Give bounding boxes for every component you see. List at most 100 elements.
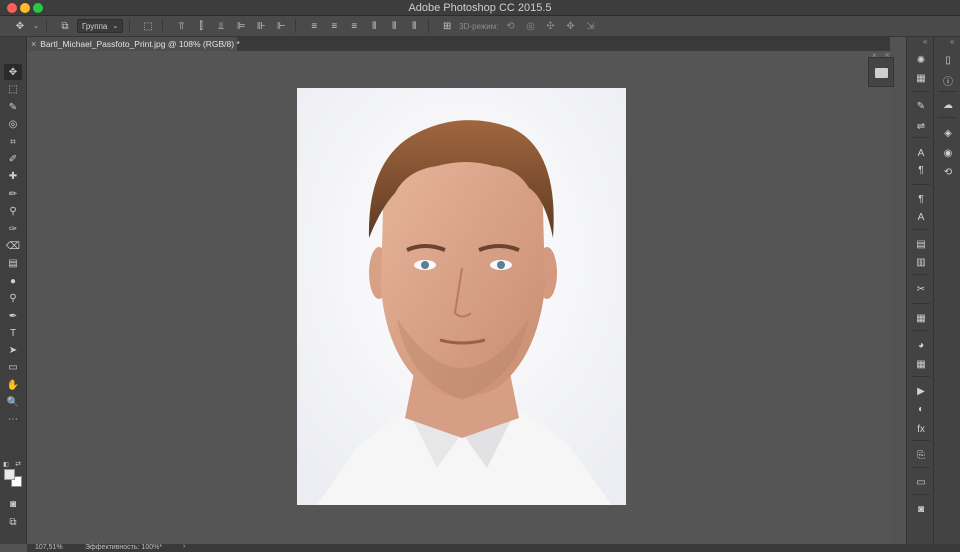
layers-icon[interactable]: ◈: [940, 126, 956, 140]
move-icon[interactable]: ✥: [4, 64, 22, 80]
align-top-icon[interactable]: ⫪: [173, 18, 189, 34]
lasso-icon[interactable]: ✎: [4, 99, 22, 115]
color-icon[interactable]: ◕: [913, 338, 929, 352]
align-left-icon[interactable]: ⊫: [233, 18, 249, 34]
tools-presets-icon[interactable]: ✂: [913, 282, 929, 296]
adjustments-icon[interactable]: ⇌: [913, 119, 929, 133]
notes-icon[interactable]: ▤: [913, 237, 929, 251]
clone-stamp-icon[interactable]: ⚲: [4, 203, 22, 219]
type-icon[interactable]: T: [4, 325, 22, 341]
drag-3d-icon[interactable]: ✣: [542, 18, 558, 34]
eraser-icon[interactable]: ⌫: [4, 238, 22, 254]
document-image[interactable]: [297, 88, 626, 505]
zoom-level[interactable]: 107,51%: [35, 544, 63, 551]
align-bottom-icon[interactable]: ⫫: [213, 18, 229, 34]
history-brush-icon[interactable]: ✑: [4, 221, 22, 237]
auto-select-icon[interactable]: ⧉: [57, 18, 73, 34]
title-bar: Adobe Photoshop CC 2015.5: [0, 0, 960, 16]
panel-dock-column-2: « ▯ ⓘ ☁ ◈ ◉ ⟲: [933, 37, 960, 544]
collapse-dock-icon[interactable]: «: [950, 37, 954, 46]
document-tab-bar: × Bartl_Michael_Passfoto_Print.jpg @ 108…: [27, 37, 890, 51]
auto-align-icon[interactable]: ⊞: [439, 18, 455, 34]
paragraph-styles-icon[interactable]: ¶: [913, 192, 929, 206]
move-tool-icon[interactable]: ✥: [12, 18, 28, 34]
auto-select-value: Группа: [82, 21, 108, 31]
app-title: Adobe Photoshop CC 2015.5: [408, 2, 552, 14]
slide-3d-icon[interactable]: ✥: [562, 18, 578, 34]
align-right-icon[interactable]: ⊩: [273, 18, 289, 34]
distribute-bottom-icon[interactable]: ≡: [346, 18, 362, 34]
screen-mode-icon[interactable]: ⧉: [4, 514, 22, 530]
properties-icon[interactable]: ▥: [913, 255, 929, 269]
quick-selection-icon[interactable]: ◎: [4, 116, 22, 132]
brush-settings-icon[interactable]: ✎: [913, 99, 929, 113]
timeline-icon[interactable]: ▭: [913, 475, 929, 489]
pen-icon[interactable]: ✒: [4, 308, 22, 324]
close-tab-icon[interactable]: ×: [31, 39, 36, 49]
more-tools-icon[interactable]: ⋯: [4, 411, 22, 427]
styles-icon[interactable]: ◐: [913, 402, 929, 416]
cloud-icon[interactable]: ☁: [940, 98, 956, 112]
quick-mask-icon[interactable]: [4, 458, 22, 474]
align-vcenter-icon[interactable]: ⫿: [193, 18, 209, 34]
eyedropper-icon[interactable]: ✐: [4, 151, 22, 167]
histogram-icon[interactable]: ▦: [913, 71, 929, 85]
collapse-dock-icon[interactable]: «: [923, 37, 927, 46]
roll-3d-icon[interactable]: ◎: [522, 18, 538, 34]
panel-divider: [911, 91, 930, 92]
transform-controls-icon[interactable]: ⬚: [140, 18, 156, 34]
marquee-icon[interactable]: ⬚: [4, 81, 22, 97]
blur-icon[interactable]: ●: [4, 273, 22, 289]
panel-divider: [911, 467, 930, 468]
rectangle-icon[interactable]: ▭: [4, 359, 22, 375]
crop-icon[interactable]: ⌗: [4, 134, 22, 150]
panel-dock-column-1: « ✺ ▦ ✎ ⇌ A ¶ ¶ A ▤ ▥ ✂ ▦ ◕ ▦ ▶ ◐ fx ⎘ ▭ ◙: [906, 37, 933, 544]
canvas-area[interactable]: [28, 51, 890, 544]
distribute-top-icon[interactable]: ≡: [306, 18, 322, 34]
healing-brush-icon[interactable]: ✚: [4, 168, 22, 184]
gradient-icon[interactable]: ▤: [4, 255, 22, 271]
paragraph-icon[interactable]: ¶: [913, 163, 929, 177]
distribute-left-icon[interactable]: ⦀: [366, 18, 382, 34]
character-icon[interactable]: A: [913, 146, 929, 160]
document-tab[interactable]: × Bartl_Michael_Passfoto_Print.jpg @ 108…: [27, 37, 240, 51]
chevron-down-icon: ⌄: [112, 23, 119, 30]
scale-3d-icon[interactable]: ⇲: [582, 18, 598, 34]
channels-icon[interactable]: ◉: [940, 146, 956, 160]
device-icon[interactable]: ▯: [940, 53, 956, 67]
clone-source-icon[interactable]: ⎘: [913, 448, 929, 462]
status-menu-arrow[interactable]: ›: [183, 543, 185, 550]
path-selection-icon[interactable]: ➤: [4, 342, 22, 358]
dodge-icon[interactable]: ⚲: [4, 290, 22, 306]
distribute-right-icon[interactable]: ⦀: [406, 18, 422, 34]
zoom-icon[interactable]: 🔍: [4, 394, 22, 410]
chevron-down-icon[interactable]: ⌄: [32, 18, 40, 34]
status-bar: [27, 544, 960, 552]
quick-mask-mode-icon[interactable]: ◙: [4, 496, 22, 512]
panel-divider: [911, 330, 930, 331]
fx-icon[interactable]: fx: [913, 422, 929, 436]
rotate-3d-icon[interactable]: ⟲: [502, 18, 518, 34]
actions-icon[interactable]: ▶: [913, 384, 929, 398]
libraries-icon[interactable]: ◙: [913, 502, 929, 516]
panel-divider: [911, 303, 930, 304]
swatches-icon[interactable]: ▦: [913, 357, 929, 371]
align-hcenter-icon[interactable]: ⊪: [253, 18, 269, 34]
panel-divider: [911, 229, 930, 230]
panel-divider: [911, 494, 930, 495]
navigator-icon[interactable]: ✺: [913, 53, 929, 67]
info-icon[interactable]: ⓘ: [940, 73, 956, 88]
auto-select-dropdown[interactable]: Группа ⌄: [77, 19, 124, 33]
options-bar: ✥ ⌄ ⧉ Группа ⌄ ⬚ ⫪ ⫿ ⫫ ⊫ ⊪ ⊩ ≡ ≡ ≡ ⦀ ⦀ ⦀…: [0, 16, 960, 37]
efficiency-status: Эффективность: 100%*: [85, 544, 163, 551]
layer-comps-icon[interactable]: ▦: [913, 311, 929, 325]
panel-icon[interactable]: [875, 68, 888, 78]
character-styles-icon[interactable]: A: [913, 210, 929, 224]
hand-icon[interactable]: ✋: [4, 377, 22, 393]
distribute-hcenter-icon[interactable]: ⦀: [386, 18, 402, 34]
panel-divider: [938, 91, 957, 92]
brush-icon[interactable]: ✏: [4, 186, 22, 202]
distribute-vcenter-icon[interactable]: ≡: [326, 18, 342, 34]
panel-divider: [911, 440, 930, 441]
paths-icon[interactable]: ⟲: [940, 165, 956, 179]
